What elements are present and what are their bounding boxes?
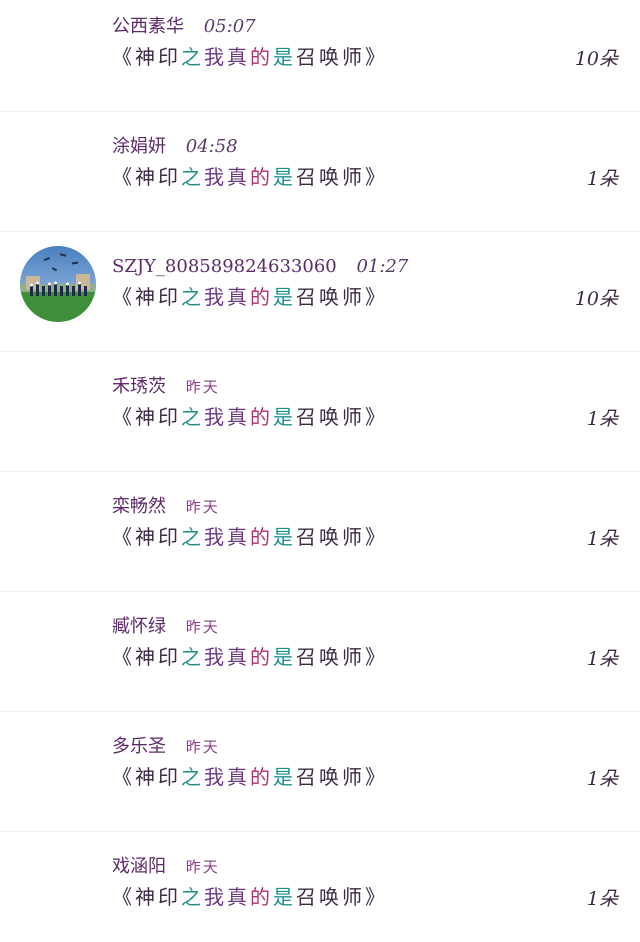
user-meta: 禾琇茨 昨天 — [112, 374, 220, 400]
book-title[interactable]: 《神印之我真的是召唤师》 — [112, 522, 388, 552]
gift-count: 10朵 — [574, 288, 618, 310]
user-meta: SZJY_808589824633060 01:27 — [112, 254, 408, 280]
avatar[interactable] — [20, 246, 96, 322]
gift-list-item[interactable]: 栾畅然 昨天 《神印之我真的是召唤师》 1朵 — [0, 472, 640, 592]
gift-list-item[interactable]: 涂娟妍 04:58 《神印之我真的是召唤师》 1朵 — [0, 112, 640, 232]
gift-time: 昨天 — [185, 738, 220, 756]
gift-list: 公西素华 05:07 《神印之我真的是召唤师》 10朵 涂娟妍 04:58 《神… — [0, 0, 640, 942]
gift-count: 10朵 — [574, 48, 618, 70]
gift-time: 01:27 — [356, 256, 409, 277]
gift-time: 昨天 — [185, 858, 220, 876]
gift-list-item[interactable]: SZJY_808589824633060 01:27 《神印之我真的是召唤师》 … — [0, 232, 640, 352]
gift-time: 昨天 — [185, 498, 220, 516]
book-title[interactable]: 《神印之我真的是召唤师》 — [112, 42, 388, 72]
book-title[interactable]: 《神印之我真的是召唤师》 — [112, 282, 388, 312]
user-name[interactable]: 栾畅然 — [112, 496, 166, 517]
user-name[interactable]: SZJY_808589824633060 — [112, 256, 337, 277]
user-name[interactable]: 公西素华 — [112, 16, 184, 37]
user-meta: 公西素华 05:07 — [112, 14, 256, 40]
user-name[interactable]: 戏涵阳 — [112, 856, 166, 877]
gift-list-item[interactable]: 戏涵阳 昨天 《神印之我真的是召唤师》 1朵 — [0, 832, 640, 942]
gift-time: 04:58 — [185, 136, 238, 157]
gift-time: 昨天 — [185, 618, 220, 636]
book-title[interactable]: 《神印之我真的是召唤师》 — [112, 162, 388, 192]
gift-time: 昨天 — [185, 378, 220, 396]
book-title[interactable]: 《神印之我真的是召唤师》 — [112, 402, 388, 432]
gift-count: 1朵 — [586, 648, 618, 670]
user-meta: 栾畅然 昨天 — [112, 494, 220, 520]
gift-count: 1朵 — [586, 768, 618, 790]
book-title[interactable]: 《神印之我真的是召唤师》 — [112, 642, 388, 672]
user-meta: 涂娟妍 04:58 — [112, 134, 238, 160]
user-name[interactable]: 禾琇茨 — [112, 376, 166, 397]
gift-list-item[interactable]: 臧怀绿 昨天 《神印之我真的是召唤师》 1朵 — [0, 592, 640, 712]
avatar-image — [20, 246, 96, 322]
user-meta: 臧怀绿 昨天 — [112, 614, 220, 640]
gift-count: 1朵 — [586, 408, 618, 430]
user-name[interactable]: 涂娟妍 — [112, 136, 166, 157]
gift-list-item[interactable]: 公西素华 05:07 《神印之我真的是召唤师》 10朵 — [0, 0, 640, 112]
user-meta: 多乐圣 昨天 — [112, 734, 220, 760]
gift-list-item[interactable]: 禾琇茨 昨天 《神印之我真的是召唤师》 1朵 — [0, 352, 640, 472]
gift-list-item[interactable]: 多乐圣 昨天 《神印之我真的是召唤师》 1朵 — [0, 712, 640, 832]
gift-time: 05:07 — [203, 16, 256, 37]
user-meta: 戏涵阳 昨天 — [112, 854, 220, 880]
book-title[interactable]: 《神印之我真的是召唤师》 — [112, 882, 388, 912]
gift-count: 1朵 — [586, 528, 618, 550]
user-name[interactable]: 臧怀绿 — [112, 616, 166, 637]
gift-count: 1朵 — [586, 168, 618, 190]
book-title[interactable]: 《神印之我真的是召唤师》 — [112, 762, 388, 792]
gift-count: 1朵 — [586, 888, 618, 910]
user-name[interactable]: 多乐圣 — [112, 736, 166, 757]
